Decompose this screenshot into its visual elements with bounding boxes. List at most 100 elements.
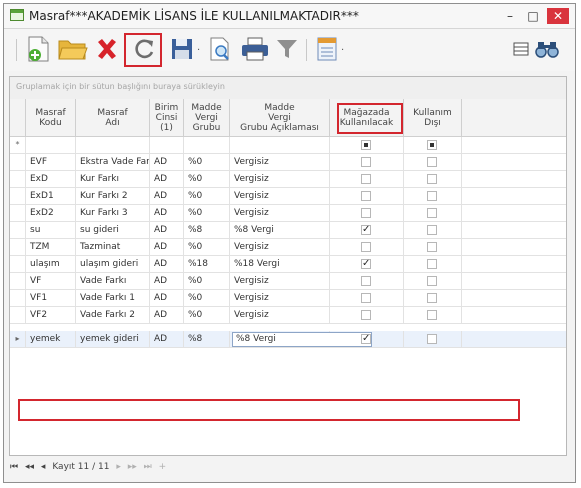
cell-magazada-kullanilacak[interactable] [330, 273, 404, 290]
cell-kod[interactable] [26, 137, 76, 154]
table-row[interactable]: VF2 Vade Farkı 2 AD %0 Vergisiz [10, 307, 566, 324]
cell-masraf-kodu[interactable]: VF [26, 273, 76, 290]
cell-masraf-adi[interactable]: su gideri [76, 222, 150, 239]
header-vergi-grubu-aciklamasi[interactable]: Madde Vergi Grubu Açıklaması [230, 99, 330, 137]
row-indicator[interactable] [10, 154, 26, 171]
header-masraf-kodu[interactable]: Masraf Kodu [26, 99, 76, 137]
cell-birim-cinsi[interactable]: AD [150, 171, 184, 188]
cell-birim-cinsi[interactable]: AD [150, 256, 184, 273]
header-birim-cinsi[interactable]: Birim Cinsi (1) [150, 99, 184, 137]
cell-kullanim-disi[interactable] [404, 222, 462, 239]
cell-magazada-kullanilacak[interactable] [330, 205, 404, 222]
cell-masraf-kodu[interactable]: yemek [26, 331, 76, 348]
table-row[interactable]: VF1 Vade Farkı 1 AD %0 Vergisiz [10, 290, 566, 307]
magazada-kullanilacak-checkbox[interactable] [361, 174, 371, 184]
cell-kullanim-disi[interactable] [404, 154, 462, 171]
layout-dropdown-arrow[interactable]: · [341, 45, 344, 56]
new-item-row[interactable]: * [10, 137, 566, 154]
previous-record-button[interactable]: ◂ [41, 462, 46, 472]
disi-filter-checkbox[interactable] [427, 140, 437, 150]
cell-magazada-kullanilacak[interactable] [330, 307, 404, 324]
magazada-kullanilacak-checkbox[interactable] [361, 242, 371, 252]
magazada-kullanilacak-checkbox[interactable] [361, 333, 371, 345]
cell-kullanim-disi[interactable] [404, 307, 462, 324]
cell-birim-cinsi[interactable]: AD [150, 273, 184, 290]
cell-aciklama[interactable] [230, 137, 330, 154]
cell-masraf-kodu[interactable]: ExD2 [26, 205, 76, 222]
cell-kullanim-disi[interactable] [404, 273, 462, 290]
save-button[interactable] [168, 34, 198, 64]
table-row[interactable]: ExD1 Kur Farkı 2 AD %0 Vergisiz [10, 188, 566, 205]
cell-magazada-kullanilacak[interactable] [330, 256, 404, 273]
cell-magazada-kullanilacak[interactable] [330, 188, 404, 205]
minimize-button[interactable]: – [499, 8, 521, 24]
cell-vergi-grubu-aciklamasi[interactable]: Vergisiz [230, 154, 330, 171]
cell-magazada-kullanilacak[interactable] [330, 154, 404, 171]
row-indicator[interactable] [10, 188, 26, 205]
preview-button[interactable] [205, 34, 235, 64]
cell-masraf-kodu[interactable]: TZM [26, 239, 76, 256]
cell-vergi-grubu-aciklamasi[interactable]: Vergisiz [230, 205, 330, 222]
row-indicator[interactable] [10, 307, 26, 324]
row-indicator[interactable] [10, 205, 26, 222]
cell-birim[interactable] [150, 137, 184, 154]
cell-disi[interactable] [404, 137, 462, 154]
table-row[interactable]: ExD Kur Farkı AD %0 Vergisiz [10, 171, 566, 188]
cell-birim-cinsi[interactable]: AD [150, 154, 184, 171]
maximize-button[interactable]: □ [522, 8, 544, 24]
table-row[interactable]: TZM Tazminat AD %0 Vergisiz [10, 239, 566, 256]
cell-birim-cinsi[interactable]: AD [150, 222, 184, 239]
kullanim-disi-checkbox[interactable] [427, 191, 437, 201]
close-button[interactable]: ✕ [547, 8, 569, 24]
table-row[interactable]: ExD2 Kur Farkı 3 AD %0 Vergisiz [10, 205, 566, 222]
cell-vergi-grubu-aciklamasi[interactable]: Vergisiz [230, 239, 330, 256]
magazada-kullanilacak-checkbox[interactable] [361, 157, 371, 167]
cell-madde-vergi-grubu[interactable]: %0 [184, 290, 230, 307]
cell-vergi-grubu-aciklamasi[interactable]: Vergisiz [230, 171, 330, 188]
table-row[interactable]: ▸ yemek yemek gideri AD %8 %8 Vergi [10, 331, 566, 348]
cell-madde-vergi-grubu[interactable]: %0 [184, 188, 230, 205]
next-record-button[interactable]: ▸ [116, 462, 121, 472]
cell-vergi-grubu-aciklamasi[interactable]: Vergisiz [230, 307, 330, 324]
delete-button[interactable] [92, 34, 122, 64]
cell-masraf-adi[interactable]: Kur Farkı 2 [76, 188, 150, 205]
cell-masraf-kodu[interactable]: VF1 [26, 290, 76, 307]
cell-masraf-kodu[interactable]: ulaşım [26, 256, 76, 273]
kullanim-disi-checkbox[interactable] [427, 208, 437, 218]
cell-magazada-kullanilacak[interactable] [330, 239, 404, 256]
cell-masraf-adi[interactable]: Tazminat [76, 239, 150, 256]
cell-kullanim-disi[interactable] [404, 239, 462, 256]
cell-masraf-adi[interactable]: Kur Farkı [76, 171, 150, 188]
kullanim-disi-checkbox[interactable] [427, 242, 437, 252]
cell-kullanim-disi[interactable] [404, 171, 462, 188]
cell-madde-vergi-grubu[interactable]: %0 [184, 171, 230, 188]
row-indicator[interactable] [10, 290, 26, 307]
cell-magazada-kullanilacak[interactable] [330, 222, 404, 239]
layout-button[interactable] [312, 34, 342, 64]
magaza-filter-checkbox[interactable] [361, 140, 371, 150]
row-indicator[interactable] [10, 239, 26, 256]
cell-madde-vergi-grubu[interactable]: %0 [184, 273, 230, 290]
cell-masraf-kodu[interactable]: ExD1 [26, 188, 76, 205]
filter-button[interactable] [272, 34, 302, 64]
row-indicator[interactable] [10, 222, 26, 239]
cell-kullanim-disi[interactable] [404, 256, 462, 273]
cell-birim-cinsi[interactable]: AD [150, 307, 184, 324]
magazada-kullanilacak-checkbox[interactable] [361, 191, 371, 201]
cell-masraf-kodu[interactable]: EVF [26, 154, 76, 171]
add-record-button[interactable]: + [159, 462, 167, 472]
magazada-kullanilacak-checkbox[interactable] [361, 258, 371, 270]
cell-masraf-adi[interactable]: Ekstra Vade Farkı [76, 154, 150, 171]
kullanim-disi-checkbox[interactable] [427, 293, 437, 303]
cell-masraf-adi[interactable]: ulaşım gideri [76, 256, 150, 273]
group-panel[interactable]: Gruplamak için bir sütun başlığını buray… [10, 77, 566, 100]
cell-masraf-adi[interactable]: Vade Farkı [76, 273, 150, 290]
save-dropdown-arrow[interactable]: · [197, 45, 200, 56]
next-page-button[interactable]: ▸▸ [128, 462, 137, 472]
cell-vergi-grubu-aciklamasi[interactable]: %8 Vergi [230, 222, 330, 239]
cell-vergi-grubu-aciklamasi[interactable]: Vergisiz [230, 273, 330, 290]
last-record-button[interactable]: ⏭ [144, 462, 152, 472]
cell-madde-vergi-grubu[interactable]: %0 [184, 239, 230, 256]
new-button[interactable] [24, 34, 54, 64]
cell-adi[interactable] [76, 137, 150, 154]
